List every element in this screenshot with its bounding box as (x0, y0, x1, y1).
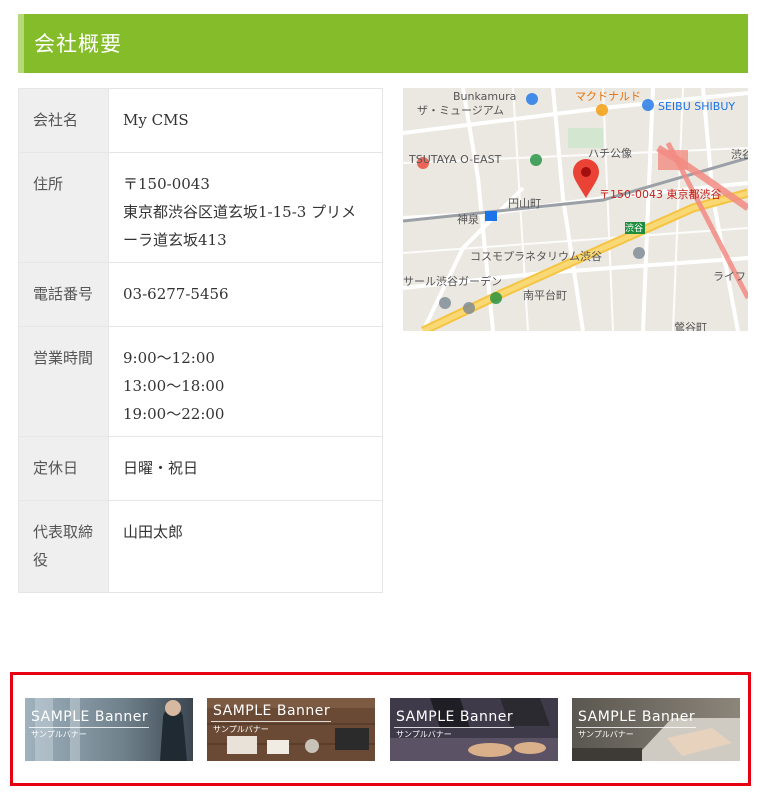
label-line: 役 (33, 551, 49, 569)
google-map[interactable]: Bunkamura ザ・ミュージアム マクドナルド SEIBU SHIBUY T… (403, 88, 748, 331)
map-label: マクドナルド (575, 90, 641, 103)
map-label: 渋谷 (731, 148, 748, 161)
banner-2[interactable]: SAMPLE Banner サンプルバナー (207, 698, 375, 761)
row-value: 9:00～12:00 13:00～18:00 19:00～22:00 (108, 326, 383, 437)
banner-divider (394, 727, 514, 728)
value-line: 13:00～18:00 (123, 377, 225, 395)
value-line: 山田太郎 (123, 523, 184, 541)
row-label: 住所 (18, 152, 109, 263)
table-row: 営業時間 9:00～12:00 13:00～18:00 19:00～22:00 (18, 326, 383, 437)
map-label: ライフ (713, 270, 746, 283)
row-value: 03-6277-5456 (108, 262, 383, 327)
value-line: 日曜・祝日 (123, 459, 199, 477)
table-row: 電話番号 03-6277-5456 (18, 262, 383, 327)
row-value: My CMS (108, 88, 383, 153)
banner-title: SAMPLE Banner (396, 709, 514, 725)
value-line: 〒150-0043 (123, 175, 210, 193)
row-label: 電話番号 (18, 262, 109, 327)
value-line: 19:00～22:00 (123, 405, 225, 423)
banner-subtitle: サンプルバナー (396, 730, 452, 739)
banner-subtitle: サンプルバナー (213, 725, 269, 734)
map-label: 鶯谷町 (674, 321, 707, 331)
map-label: 渋谷 (625, 224, 644, 234)
banner-title: SAMPLE Banner (578, 709, 696, 725)
row-label: 定休日 (18, 436, 109, 501)
banner-1[interactable]: SAMPLE Banner サンプルバナー (25, 698, 193, 761)
row-label: 代表取締 役 (18, 500, 109, 593)
company-info-table: 会社名 My CMS 住所 〒150-0043 東京都渋谷区道玄坂1-15-3 … (18, 88, 383, 593)
row-value: 〒150-0043 東京都渋谷区道玄坂1-15-3 プリメ ーラ道玄坂413 (108, 152, 383, 263)
map-label: 円山町 (508, 197, 541, 210)
banner-subtitle: サンプルバナー (578, 730, 634, 739)
map-label: コスモプラネタリウム渋谷 (470, 250, 602, 263)
value-line: 東京都渋谷区道玄坂1-15-3 プリメ (123, 203, 357, 221)
row-value: 山田太郎 (108, 500, 383, 593)
table-row: 住所 〒150-0043 東京都渋谷区道玄坂1-15-3 プリメ ーラ道玄坂41… (18, 152, 383, 263)
map-label: TSUTAYA O-EAST (409, 153, 502, 166)
section-header: 会社概要 (18, 14, 748, 73)
banner-title: SAMPLE Banner (31, 709, 149, 725)
banner-4[interactable]: SAMPLE Banner サンプルバナー (572, 698, 740, 761)
row-label: 会社名 (18, 88, 109, 153)
map-label: 南平台町 (523, 289, 567, 302)
banner-divider (576, 727, 696, 728)
table-row: 定休日 日曜・祝日 (18, 436, 383, 501)
map-label: 〒150-0043 東京都渋谷 (599, 188, 722, 201)
table-row: 代表取締 役 山田太郎 (18, 500, 383, 593)
banner-title: SAMPLE Banner (213, 703, 331, 719)
label-line: 代表取締 (33, 523, 94, 541)
map-canvas (403, 88, 748, 331)
map-label: SEIBU SHIBUY (658, 100, 736, 113)
value-line: 03-6277-5456 (123, 285, 229, 303)
value-line: 9:00～12:00 (123, 349, 215, 367)
section-title: 会社概要 (34, 32, 122, 56)
value-line: My CMS (123, 111, 189, 129)
banner-divider (211, 721, 331, 722)
row-value: 日曜・祝日 (108, 436, 383, 501)
banner-divider (29, 727, 149, 728)
row-label: 営業時間 (18, 326, 109, 437)
map-label: サール渋谷ガーデン (403, 275, 502, 288)
map-label: ザ・ミュージアム (417, 104, 505, 117)
banner-3[interactable]: SAMPLE Banner サンプルバナー (390, 698, 558, 761)
map-label: 神泉 (457, 213, 479, 226)
map-label: ハチ公像 (588, 147, 632, 160)
banner-subtitle: サンプルバナー (31, 730, 87, 739)
table-row: 会社名 My CMS (18, 88, 383, 153)
value-line: ーラ道玄坂413 (123, 231, 227, 249)
